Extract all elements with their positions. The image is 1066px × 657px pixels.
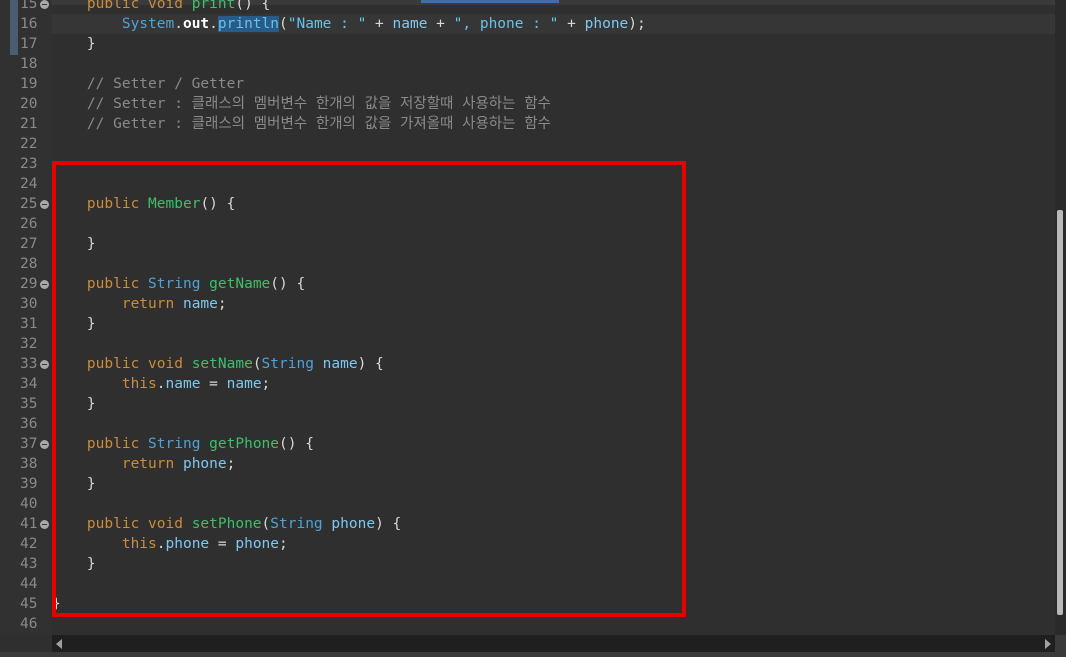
fold-collapse-icon[interactable] bbox=[40, 200, 49, 209]
scroll-left-arrow-icon[interactable] bbox=[56, 639, 62, 649]
code-token: ( bbox=[279, 16, 288, 32]
fold-collapse-icon[interactable] bbox=[40, 360, 49, 369]
line-number: 16 bbox=[20, 16, 38, 32]
line-number: 26 bbox=[20, 216, 38, 232]
line-number: 36 bbox=[20, 416, 38, 432]
code-token: + bbox=[366, 16, 393, 32]
vertical-scrollbar[interactable] bbox=[1055, 0, 1066, 635]
line-number: 37 bbox=[20, 436, 38, 452]
fold-collapse-icon[interactable] bbox=[40, 440, 49, 449]
line-number: 25 bbox=[20, 196, 38, 212]
code-token: public bbox=[86, 0, 140, 12]
line-number: 42 bbox=[20, 536, 38, 552]
fold-collapse-icon[interactable] bbox=[40, 0, 49, 9]
line-number: 39 bbox=[20, 476, 38, 492]
line-number: 20 bbox=[20, 96, 38, 112]
code-token: . bbox=[209, 16, 218, 32]
line-number: 34 bbox=[20, 376, 38, 392]
fold-collapse-icon[interactable] bbox=[40, 280, 49, 289]
line-number: 46 bbox=[20, 616, 38, 632]
code-token: name bbox=[392, 16, 428, 32]
line-number: 29 bbox=[20, 276, 38, 292]
line-number: 35 bbox=[20, 396, 38, 412]
line-number: 43 bbox=[20, 556, 38, 572]
code-token: out bbox=[182, 16, 210, 32]
code-token: () { bbox=[235, 0, 271, 12]
code-line[interactable]: // Setter / Getter bbox=[52, 74, 244, 94]
scroll-right-arrow-icon[interactable] bbox=[1045, 639, 1051, 649]
code-line[interactable]: System.out.println("Name : " + name + ",… bbox=[52, 14, 646, 34]
line-number: 15 bbox=[20, 0, 38, 12]
line-number: 32 bbox=[20, 336, 38, 352]
code-token: + bbox=[427, 16, 454, 32]
line-number: 41 bbox=[20, 516, 38, 532]
line-number: 21 bbox=[20, 116, 38, 132]
line-number: 18 bbox=[20, 56, 38, 72]
line-number: 22 bbox=[20, 136, 38, 152]
line-number: 24 bbox=[20, 176, 38, 192]
code-token: "Name : " bbox=[287, 16, 367, 32]
scrollbar-corner bbox=[1055, 635, 1066, 657]
code-token: print bbox=[191, 0, 236, 12]
code-token: // Setter / Getter bbox=[86, 76, 245, 92]
code-token: // Setter : 클래스의 멤버변수 한개의 값을 저장할때 사용하는 함… bbox=[86, 96, 551, 112]
code-token: println bbox=[217, 16, 280, 32]
change-marker-strip bbox=[10, 0, 18, 55]
code-token: } bbox=[52, 36, 96, 52]
line-number: 45 bbox=[20, 596, 38, 612]
code-token: void bbox=[148, 0, 183, 12]
line-number: 23 bbox=[20, 156, 38, 172]
code-token: . bbox=[174, 16, 183, 32]
line-number: 33 bbox=[20, 356, 38, 372]
code-token: ); bbox=[628, 16, 646, 32]
vertical-scrollbar-thumb[interactable] bbox=[1057, 210, 1063, 615]
line-number: 38 bbox=[20, 456, 38, 472]
code-token: phone bbox=[584, 16, 629, 32]
horizontal-scrollbar[interactable] bbox=[52, 635, 1055, 652]
code-line[interactable]: } bbox=[52, 34, 96, 54]
code-token: + bbox=[558, 16, 585, 32]
line-number: 44 bbox=[20, 576, 38, 592]
highlight-box bbox=[52, 161, 686, 617]
code-line[interactable]: // Setter : 클래스의 멤버변수 한개의 값을 저장할때 사용하는 함… bbox=[52, 94, 551, 114]
code-token: ", phone : " bbox=[453, 16, 559, 32]
line-number: 19 bbox=[20, 76, 38, 92]
code-line[interactable]: public void print() { bbox=[52, 0, 270, 14]
line-number: 30 bbox=[20, 296, 38, 312]
line-number-gutter: 15 16 17 18 19 20 21 22 23 24 25 26 27 28 29 30 31 32 33 34… bbox=[0, 0, 52, 635]
code-token: // Getter : 클래스의 멤버변수 한개의 값을 가져올때 사용하는 함… bbox=[86, 116, 551, 132]
line-number: 28 bbox=[20, 256, 38, 272]
fold-collapse-icon[interactable] bbox=[40, 520, 49, 529]
code-editor[interactable]: 15 16 17 18 19 20 21 22 23 24 25 26 27 28 29 30 31 32 33 34… bbox=[0, 0, 1066, 657]
code-token: System bbox=[121, 16, 175, 32]
line-number: 17 bbox=[20, 36, 38, 52]
line-number: 31 bbox=[20, 316, 38, 332]
editor-bottom-border bbox=[0, 652, 1055, 657]
code-line[interactable]: // Getter : 클래스의 멤버변수 한개의 값을 가져올때 사용하는 함… bbox=[52, 114, 551, 134]
line-number: 40 bbox=[20, 496, 38, 512]
line-number: 27 bbox=[20, 236, 38, 252]
